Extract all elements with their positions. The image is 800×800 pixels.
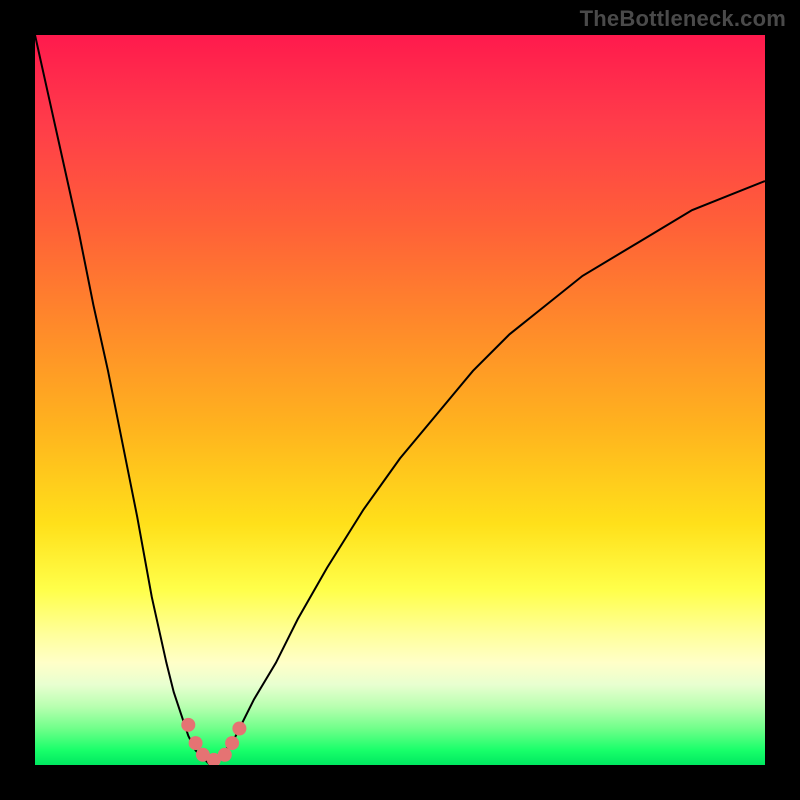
trough-marker [181, 718, 195, 732]
curve-left-branch [35, 35, 210, 765]
trough-marker [189, 736, 203, 750]
curve-right-branch [210, 181, 765, 765]
trough-marker [218, 748, 232, 762]
watermark-text: TheBottleneck.com [580, 6, 786, 32]
trough-marker [232, 722, 246, 736]
chart-frame: TheBottleneck.com [0, 0, 800, 800]
plot-area [35, 35, 765, 765]
curve-layer [35, 35, 765, 765]
trough-markers [181, 718, 246, 765]
trough-marker [225, 736, 239, 750]
